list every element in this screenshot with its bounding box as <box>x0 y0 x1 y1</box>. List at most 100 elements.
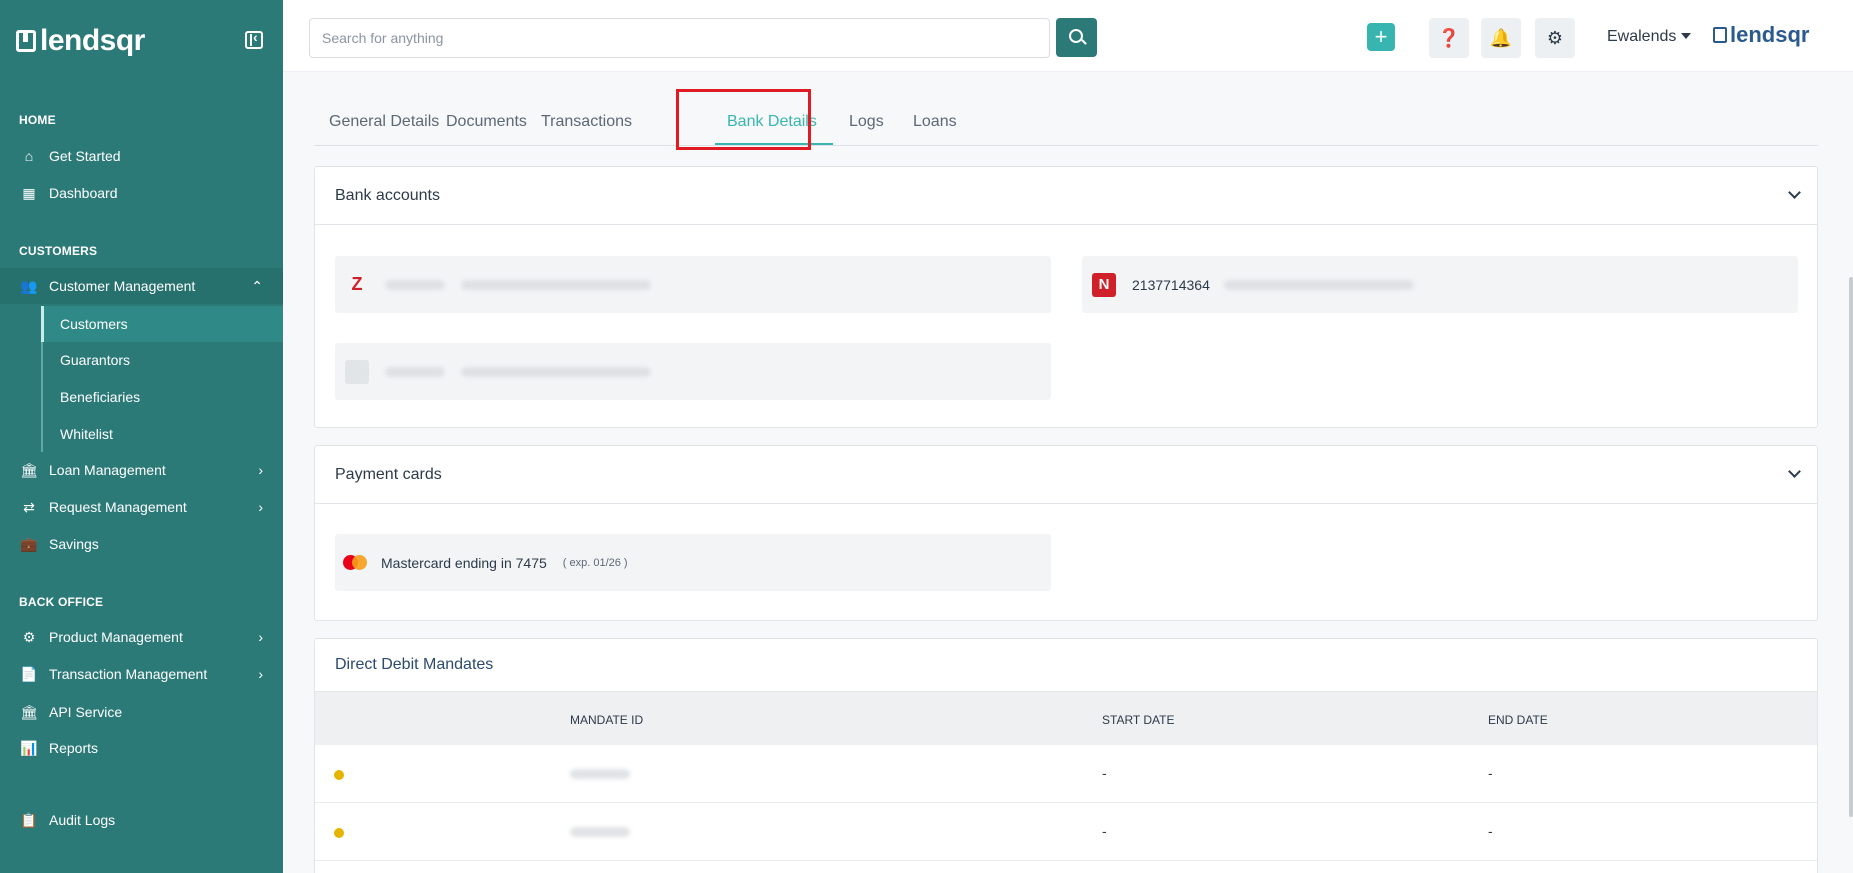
sidebar-item-api-service[interactable]: 🏛 API Service <box>0 694 283 730</box>
section-home: HOME <box>19 113 56 127</box>
payment-card-item: Mastercard ending in 7475 ( exp. 01/26 ) <box>335 534 1051 591</box>
users-icon: 👥 <box>20 277 38 294</box>
sidebar-item-guarantors[interactable]: Guarantors <box>41 342 283 378</box>
status-dot-icon <box>334 770 344 780</box>
redacted-text <box>1223 279 1414 290</box>
help-icon[interactable]: ❓ <box>1429 18 1469 58</box>
bank-icon: 🏛 <box>20 461 38 478</box>
sidebar-item-product-management[interactable]: ⚙ Product Management › <box>0 619 283 655</box>
table-row[interactable]: - - <box>315 803 1817 861</box>
home-icon: ⌂ <box>24 148 34 164</box>
sidebar-item-label: Transaction Management <box>49 666 208 682</box>
card-title: Direct Debit Mandates <box>335 656 494 673</box>
lendsqr-logo-icon <box>1713 27 1727 43</box>
bank-account-item: N 2137714364 <box>1082 256 1798 313</box>
end-date: - <box>1488 823 1493 839</box>
payment-cards-header[interactable]: Payment cards <box>315 446 1817 504</box>
chevron-right-icon: › <box>258 629 263 645</box>
direct-debit-card: Direct Debit Mandates MANDATE ID START D… <box>314 638 1818 873</box>
column-mandate-id: MANDATE ID <box>570 713 644 727</box>
tab-documents[interactable]: Documents <box>446 113 527 131</box>
add-button[interactable]: + <box>1367 23 1395 51</box>
api-icon: 🏛 <box>20 703 38 720</box>
sidebar-item-label: Audit Logs <box>49 812 116 828</box>
transaction-icon: 📄 <box>20 665 38 682</box>
chevron-right-icon: › <box>258 666 263 682</box>
sidebar-item-label: Loan Management <box>49 462 166 478</box>
sidebar-item-label: Product Management <box>49 629 183 645</box>
sidebar-item-loan-management[interactable]: 🏛 Loan Management › <box>0 452 283 488</box>
sidebar-item-audit-logs[interactable]: 📋 Audit Logs <box>0 802 283 838</box>
chevron-down-icon[interactable] <box>1788 465 1801 478</box>
redacted-text <box>461 366 651 377</box>
redacted-text <box>570 827 630 837</box>
table-header: MANDATE ID START DATE END DATE <box>315 691 1817 745</box>
table-row[interactable]: - - <box>315 745 1817 803</box>
brand-logo-small: lendsqr <box>1713 22 1809 48</box>
status-dot-icon <box>334 828 344 838</box>
tab-transactions[interactable]: Transactions <box>541 113 632 131</box>
request-icon: ⇄ <box>23 498 35 515</box>
bell-icon[interactable]: 🔔 <box>1481 18 1521 58</box>
tab-logs[interactable]: Logs <box>849 113 884 131</box>
sidebar-item-label: Request Management <box>49 499 187 515</box>
sidebar-item-reports[interactable]: 📊 Reports <box>0 730 283 766</box>
sidebar-item-customers[interactable]: Customers <box>41 306 283 342</box>
sidebar-item-transaction-management[interactable]: 📄 Transaction Management › <box>0 656 283 692</box>
tab-general-details[interactable]: General Details <box>329 113 439 131</box>
audit-icon: 📋 <box>20 811 38 828</box>
tab-bar: General Details Documents Transactions B… <box>314 102 1818 146</box>
sidebar-item-label: Dashboard <box>49 185 118 201</box>
search-icon[interactable] <box>1056 18 1097 57</box>
start-date: - <box>1102 823 1107 839</box>
brand-name-small: lendsqr <box>1730 22 1810 47</box>
dashboard-icon: ▦ <box>22 184 36 201</box>
sidebar-item-request-management[interactable]: ⇄ Request Management › <box>0 489 283 525</box>
bank-logo-icon: Z <box>351 274 363 294</box>
briefcase-icon: 💼 <box>20 535 38 552</box>
card-title: Payment cards <box>335 465 442 483</box>
sidebar-item-label: Customer Management <box>49 278 196 294</box>
brand-logo[interactable]: lendsqr <box>16 24 145 58</box>
section-back-office: BACK OFFICE <box>19 595 104 609</box>
section-customers: CUSTOMERS <box>19 244 98 258</box>
sidebar-item-beneficiaries[interactable]: Beneficiaries <box>41 379 283 415</box>
bank-accounts-header[interactable]: Bank accounts <box>315 167 1817 225</box>
sidebar-item-get-started[interactable]: ⌂ Get Started <box>0 138 283 174</box>
redacted-text <box>385 366 445 377</box>
chevron-down-icon[interactable] <box>1788 186 1801 199</box>
sidebar-item-label: Get Started <box>49 148 121 164</box>
chevron-right-icon: › <box>258 499 263 515</box>
start-date: - <box>1102 765 1107 781</box>
card-label: Mastercard ending in 7475 <box>381 554 547 571</box>
redacted-text <box>570 769 630 779</box>
bank-account-item <box>335 343 1051 400</box>
product-icon: ⚙ <box>22 628 36 645</box>
caret-down-icon[interactable] <box>1681 33 1691 39</box>
sidebar: lendsqr HOME ⌂ Get Started ▦ Dashboard C… <box>0 0 283 873</box>
account-number: 2137714364 <box>1132 276 1210 293</box>
mastercard-icon <box>343 555 367 570</box>
payment-cards-card: Payment cards Mastercard ending in 7475 … <box>314 445 1818 621</box>
column-start-date: START DATE <box>1102 713 1175 727</box>
end-date: - <box>1488 765 1493 781</box>
sidebar-item-label: Reports <box>49 740 99 756</box>
bank-logo-icon <box>345 359 369 384</box>
sidebar-item-customer-management[interactable]: 👥 Customer Management ⌃ <box>0 268 283 304</box>
redacted-text <box>385 279 445 290</box>
sidebar-item-whitelist[interactable]: Whitelist <box>41 416 283 452</box>
brand-name: lendsqr <box>40 24 145 57</box>
collapse-sidebar-icon[interactable] <box>245 29 263 49</box>
user-menu[interactable]: Ewalends <box>1607 28 1676 46</box>
bank-account-item: Z <box>335 256 1051 313</box>
chevron-up-icon: ⌃ <box>251 277 263 294</box>
scrollbar[interactable] <box>1849 277 1853 817</box>
sidebar-item-dashboard[interactable]: ▦ Dashboard <box>0 175 283 211</box>
sidebar-item-savings[interactable]: 💼 Savings <box>0 526 283 562</box>
column-end-date: END DATE <box>1488 713 1548 727</box>
search-input[interactable]: Search for anything <box>309 18 1050 58</box>
redacted-text <box>461 279 651 290</box>
sidebar-item-label: Savings <box>49 536 99 552</box>
tab-loans[interactable]: Loans <box>913 113 957 131</box>
gear-icon[interactable]: ⚙ <box>1535 18 1575 58</box>
